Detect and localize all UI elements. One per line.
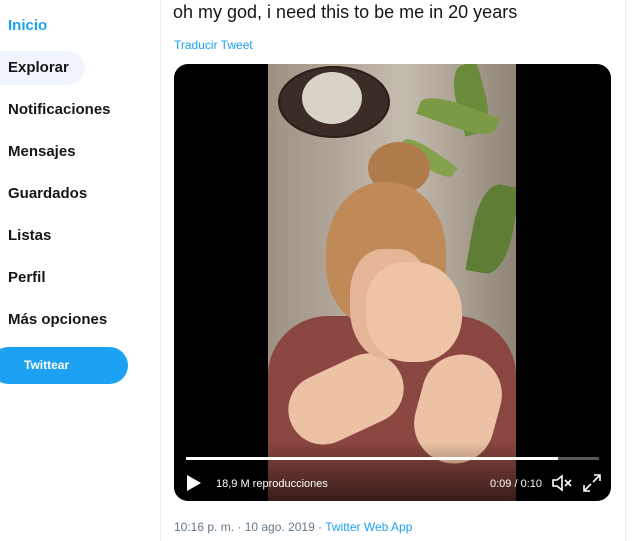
sidebar-item-inicio[interactable]: Inicio	[0, 9, 63, 43]
tweet-text: oh my god, i need this to be me in 20 ye…	[173, 2, 518, 22]
video-player[interactable]: 18,9 M reproducciones 0:09 / 0:10	[174, 64, 611, 501]
sidebar: Inicio Explorar Notificaciones Mensajes …	[0, 0, 160, 541]
meta-separator: ·	[314, 520, 326, 534]
translate-tweet-link[interactable]: Traducir Tweet	[174, 38, 253, 52]
sidebar-item-guardados[interactable]: Guardados	[0, 177, 103, 211]
tweet-source-link[interactable]: Twitter Web App	[325, 520, 412, 534]
volume-muted-icon[interactable]	[551, 473, 573, 493]
sidebar-item-perfil[interactable]: Perfil	[0, 261, 62, 295]
tweet-meta: 10:16 p. m. · 10 ago. 2019 · Twitter Web…	[174, 520, 412, 534]
video-frame	[268, 64, 516, 501]
sidebar-item-explorar[interactable]: Explorar	[0, 51, 85, 85]
tweet-button[interactable]: Twittear	[0, 347, 128, 384]
tweet-timestamp[interactable]: 10:16 p. m. · 10 ago. 2019	[174, 520, 315, 534]
person-hands	[366, 262, 462, 362]
view-count: 18,9 M reproducciones	[216, 478, 328, 490]
video-progress-fill	[186, 457, 558, 460]
sidebar-item-notificaciones[interactable]: Notificaciones	[0, 93, 127, 127]
video-time: 0:09 / 0:10	[490, 478, 542, 490]
wall-clock-image	[278, 66, 390, 138]
tweet-detail: oh my god, i need this to be me in 20 ye…	[160, 0, 626, 541]
sidebar-item-mas-opciones[interactable]: Más opciones	[0, 303, 123, 337]
fullscreen-icon[interactable]	[582, 473, 602, 493]
video-progress-bar[interactable]	[186, 457, 599, 460]
video-controls	[174, 441, 611, 501]
play-icon[interactable]	[186, 474, 202, 492]
sidebar-item-listas[interactable]: Listas	[0, 219, 67, 253]
sidebar-item-mensajes[interactable]: Mensajes	[0, 135, 92, 169]
